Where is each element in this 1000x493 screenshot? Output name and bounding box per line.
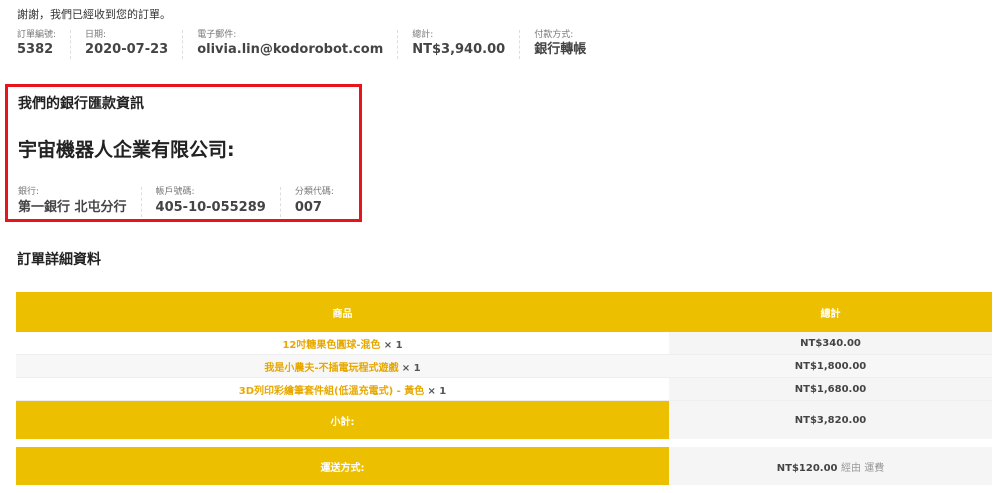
- product-quantity: × 1: [401, 362, 421, 374]
- product-link[interactable]: 3D列印彩繪筆套件組(低溫充電式) - 黃色: [239, 386, 425, 397]
- subtotal-row: 小計: NT$3,820.00: [16, 400, 992, 447]
- account-number-label: 帳戶號碼:: [155, 187, 195, 197]
- product-link[interactable]: 12吋糖果色圓球-混色: [282, 340, 380, 351]
- order-details-title: 訂單詳細資料: [17, 252, 101, 268]
- line-total: NT$1,680.00: [669, 377, 992, 401]
- table-row: 我是小農夫-不插電玩程式遊戲 × 1 NT$1,800.00: [16, 354, 992, 378]
- bank-name-value: 第一銀行 北屯分行: [18, 200, 127, 215]
- bank-name-label: 銀行:: [18, 187, 40, 197]
- product-link[interactable]: 我是小農夫-不插電玩程式遊戲: [264, 363, 398, 374]
- product-cell: 3D列印彩繪筆套件組(低溫充電式) - 黃色 × 1: [16, 377, 669, 401]
- payment-method: 付款方式: 銀行轉帳: [520, 30, 600, 59]
- bank-company-name: 宇宙機器人企業有限公司:: [18, 139, 235, 161]
- shipping-value-cell: NT$120.00 經由 運費: [669, 443, 992, 493]
- order-date: 日期: 2020-07-23: [71, 30, 184, 59]
- order-total: 總計: NT$3,940.00: [398, 30, 521, 59]
- order-overview: 訂單編號: 5382 日期: 2020-07-23 電子郵件: olivia.l…: [17, 30, 600, 59]
- sort-code: 分類代碼: 007: [281, 187, 348, 217]
- table-header-row: 商品 總計: [16, 292, 992, 332]
- product-column-header: 商品: [16, 292, 669, 332]
- account-number-value: 405-10-055289: [155, 200, 266, 215]
- line-total: NT$340.00: [669, 332, 992, 355]
- order-email: 電子郵件: olivia.lin@kodorobot.com: [183, 30, 399, 59]
- bank-name: 銀行: 第一銀行 北屯分行: [18, 187, 142, 217]
- table-row: 12吋糖果色圓球-混色 × 1 NT$340.00: [16, 332, 992, 355]
- order-number-value: 5382: [17, 42, 54, 57]
- bank-details-highlight: 我們的銀行匯款資訊 宇宙機器人企業有限公司: 銀行: 第一銀行 北屯分行 帳戶號…: [5, 84, 362, 222]
- payment-method-label: 付款方式:: [534, 30, 574, 40]
- order-total-label: 總計:: [412, 30, 434, 40]
- product-cell: 12吋糖果色圓球-混色 × 1: [16, 332, 669, 355]
- order-number: 訂單編號: 5382: [17, 30, 72, 59]
- order-date-label: 日期:: [85, 30, 107, 40]
- product-quantity: × 1: [383, 339, 403, 351]
- bank-details-title: 我們的銀行匯款資訊: [18, 96, 144, 112]
- order-date-value: 2020-07-23: [85, 42, 169, 57]
- sort-code-value: 007: [294, 200, 322, 215]
- total-column-header: 總計: [669, 292, 992, 332]
- subtotal-value: NT$3,820.00: [669, 400, 992, 447]
- product-quantity: × 1: [427, 385, 447, 397]
- subtotal-label: 小計:: [16, 400, 669, 447]
- bank-details-list: 銀行: 第一銀行 北屯分行 帳戶號碼: 405-10-055289 分類代碼: …: [18, 187, 348, 217]
- product-cell: 我是小農夫-不插電玩程式遊戲 × 1: [16, 354, 669, 378]
- order-number-label: 訂單編號:: [17, 30, 57, 40]
- shipping-label: 運送方式:: [16, 443, 669, 493]
- payment-method-value: 銀行轉帳: [534, 42, 587, 57]
- order-details-table: 商品 總計 12吋糖果色圓球-混色 × 1 NT$340.00 我是小農夫-不插…: [16, 292, 992, 493]
- order-email-label: 電子郵件:: [197, 30, 237, 40]
- order-total-value: NT$3,940.00: [412, 42, 506, 57]
- table-row: 3D列印彩繪筆套件組(低溫充電式) - 黃色 × 1 NT$1,680.00: [16, 377, 992, 401]
- sort-code-label: 分類代碼:: [294, 187, 334, 197]
- line-total: NT$1,800.00: [669, 354, 992, 378]
- shipping-via: 經由 運費: [841, 462, 885, 474]
- shipping-value: NT$120.00: [776, 462, 838, 474]
- account-number: 帳戶號碼: 405-10-055289: [142, 187, 281, 217]
- shipping-row: 運送方式: NT$120.00 經由 運費: [16, 443, 992, 493]
- order-received-message: 謝謝，我們已經收到您的訂單。: [17, 8, 171, 21]
- order-email-value: olivia.lin@kodorobot.com: [197, 42, 384, 57]
